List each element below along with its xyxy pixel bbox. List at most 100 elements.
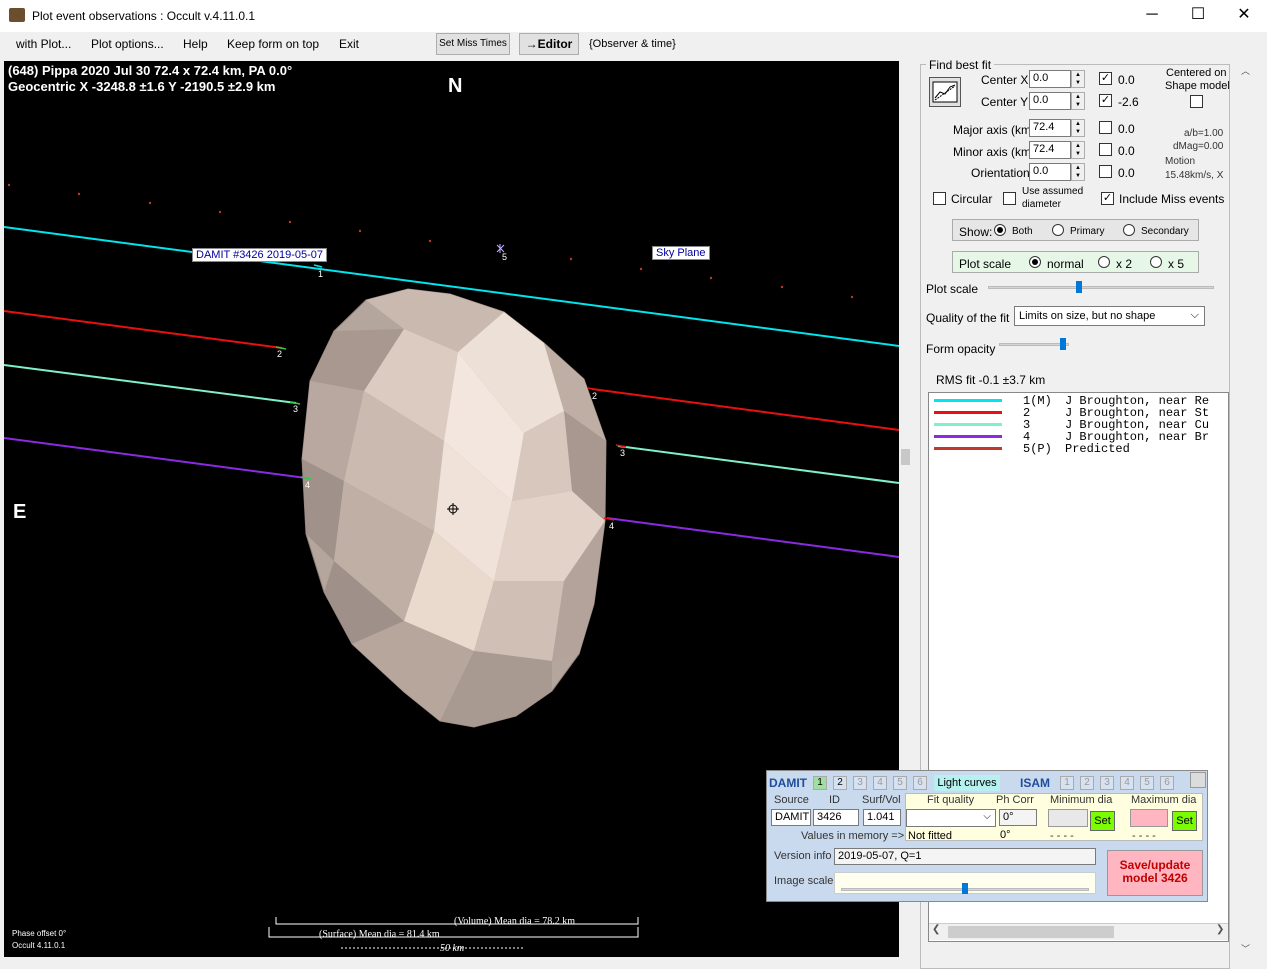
isam-model-2[interactable]: 2 (1080, 776, 1094, 790)
plot-canvas[interactable]: (648) Pippa 2020 Jul 30 72.4 x 72.4 km, … (4, 61, 899, 957)
close-button[interactable]: ✕ (1221, 0, 1267, 32)
center-x-checkbox[interactable]: ✓ (1099, 72, 1112, 85)
maximize-button[interactable]: ☐ (1175, 0, 1221, 32)
include-miss-checkbox[interactable]: ✓ (1101, 192, 1114, 205)
scale-x5-radio[interactable] (1150, 256, 1162, 268)
scroll-right-icon[interactable]: ❯ (1216, 924, 1224, 935)
center-y-checkbox[interactable]: ✓ (1099, 94, 1112, 107)
image-scale-slider[interactable] (834, 872, 1096, 894)
find-fit-button[interactable] (929, 77, 961, 107)
use-assumed-label: Use assumed (1022, 186, 1084, 197)
panel-vscrollbar[interactable] (1239, 61, 1253, 957)
min-dia-set-button[interactable]: Set (1090, 811, 1115, 831)
center-x-spinner[interactable]: ▲ ▼ (1071, 70, 1085, 88)
minor-axis-field[interactable]: 72.4 (1029, 141, 1071, 159)
damit-model-5[interactable]: 5 (893, 776, 907, 790)
image-scale-label: Image scale (774, 875, 834, 887)
major-axis-field[interactable]: 72.4 (1029, 119, 1071, 137)
isam-model-6[interactable]: 6 (1160, 776, 1174, 790)
menu-with-plot[interactable]: with Plot... (16, 37, 71, 51)
version-info-field[interactable]: 2019-05-07, Q=1 (834, 848, 1096, 865)
form-opacity-thumb[interactable] (1060, 338, 1066, 350)
chord-line-2b (591, 388, 899, 431)
min-dia-memory: - - - - (1050, 830, 1074, 842)
source-field[interactable]: DAMIT (771, 809, 811, 826)
menu-help[interactable]: Help (183, 37, 208, 51)
damit-model-label: DAMIT #3426 2019-05-07 (192, 248, 327, 262)
major-axis-check-value: 0.0 (1118, 122, 1135, 136)
menu-keep-on-top[interactable]: Keep form on top (227, 37, 319, 51)
menu-exit[interactable]: Exit (339, 37, 359, 51)
center-y-field[interactable]: 0.0 (1029, 92, 1071, 110)
minor-axis-checkbox[interactable] (1099, 143, 1112, 156)
east-label: E (13, 501, 27, 523)
ph-corr-field[interactable]: 0° (999, 809, 1037, 826)
center-x-field[interactable]: 0.0 (1029, 70, 1071, 88)
major-axis-checkbox[interactable] (1099, 121, 1112, 134)
scroll-down-icon[interactable]: ﹀ (1241, 942, 1250, 955)
isam-model-1[interactable]: 1 (1060, 776, 1074, 790)
save-update-model-button[interactable]: Save/update model 3426 (1107, 850, 1203, 896)
legend-id-5: 5(P) (1023, 442, 1052, 456)
app-icon (9, 8, 25, 22)
orientation-field[interactable]: 0.0 (1029, 163, 1071, 181)
min-dia-field[interactable] (1048, 809, 1088, 827)
major-axis-spinner[interactable]: ▲ ▼ (1071, 119, 1085, 137)
isam-model-4[interactable]: 4 (1120, 776, 1134, 790)
show-primary-radio[interactable] (1052, 224, 1064, 236)
minor-axis-check-value: 0.0 (1118, 144, 1135, 158)
use-assumed-diameter-checkbox[interactable] (1003, 192, 1016, 205)
minor-axis-spinner[interactable]: ▲ ▼ (1071, 141, 1085, 159)
circular-checkbox[interactable] (933, 192, 946, 205)
minimize-button[interactable]: ─ (1129, 0, 1175, 32)
plot-scale-track[interactable] (988, 286, 1214, 289)
motion-label: Motion (1165, 156, 1196, 167)
menu-plot-options[interactable]: Plot options... (91, 37, 164, 51)
scale-normal-radio[interactable] (1029, 256, 1041, 268)
orientation-check-value: 0.0 (1118, 166, 1135, 180)
damit-model-4[interactable]: 4 (873, 776, 887, 790)
form-opacity-track[interactable] (999, 343, 1069, 346)
max-dia-set-button[interactable]: Set (1172, 811, 1197, 831)
orientation-checkbox[interactable] (1099, 165, 1112, 178)
id-label: ID (829, 794, 840, 806)
show-secondary-radio[interactable] (1123, 224, 1135, 236)
scroll-left-icon[interactable]: ❮ (932, 924, 940, 935)
show-both-radio[interactable] (994, 224, 1006, 236)
chord-line-3a (4, 364, 297, 404)
editor-button[interactable]: →Editor (519, 33, 579, 55)
plot-scale-thumb[interactable] (1076, 281, 1082, 293)
light-curves-button[interactable]: Light curves (934, 775, 1000, 791)
scroll-up-icon[interactable]: ︿ (1241, 64, 1250, 77)
legend-hscroll-thumb[interactable] (948, 926, 1114, 938)
damit-model-2[interactable]: 2 (833, 776, 847, 790)
isam-model-5[interactable]: 5 (1140, 776, 1154, 790)
scale-x2-radio[interactable] (1098, 256, 1110, 268)
fit-quality-select[interactable]: ⌵ (906, 809, 996, 827)
quality-value: Limits on size, but no shape (1019, 310, 1156, 322)
center-y-check-value: -2.6 (1118, 95, 1139, 109)
id-field[interactable]: 3426 (813, 809, 859, 826)
damit-panel: DAMIT 1 2 3 4 5 6 Light curves ISAM 1 2 … (766, 770, 1208, 902)
max-dia-field[interactable] (1130, 809, 1168, 827)
surf-vol-field[interactable]: 1.041 (863, 809, 901, 826)
damit-close-button[interactable] (1190, 772, 1206, 788)
plot-header-line1: (648) Pippa 2020 Jul 30 72.4 x 72.4 km, … (8, 63, 293, 78)
set-miss-times-button[interactable]: Set Miss Times (436, 33, 510, 55)
observer-time-label[interactable]: {Observer & time} (589, 38, 676, 50)
isam-model-3[interactable]: 3 (1100, 776, 1114, 790)
scale-x5-label: x 5 (1168, 257, 1185, 271)
chevron-down-icon: ⌵ (1190, 309, 1199, 321)
image-scale-thumb[interactable] (962, 883, 968, 894)
chevron-down-icon: ⌵ (983, 811, 991, 822)
splitter-grip[interactable] (901, 449, 910, 465)
chord-label-3-right: 3 (620, 448, 626, 458)
center-y-spinner[interactable]: ▲ ▼ (1071, 92, 1085, 110)
chord-label-1: 1 (318, 269, 324, 279)
damit-model-3[interactable]: 3 (853, 776, 867, 790)
damit-model-6[interactable]: 6 (913, 776, 927, 790)
orientation-spinner[interactable]: ▲ ▼ (1071, 163, 1085, 181)
damit-model-1[interactable]: 1 (813, 776, 827, 790)
quality-select[interactable]: Limits on size, but no shape ⌵ (1014, 306, 1205, 326)
shape-model-checkbox[interactable] (1190, 95, 1203, 108)
